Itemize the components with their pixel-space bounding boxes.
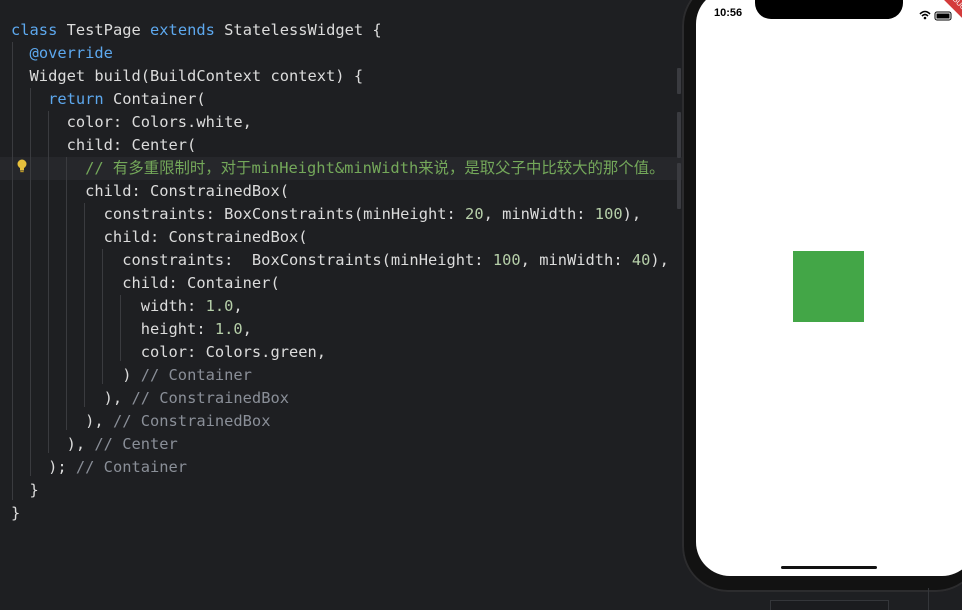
code-token: height: bbox=[11, 320, 215, 338]
code-token: , minWidth: bbox=[520, 251, 632, 269]
code-line[interactable]: @override bbox=[0, 42, 113, 65]
code-line[interactable]: child: ConstrainedBox( bbox=[0, 226, 308, 249]
code-line[interactable]: width: 1.0, bbox=[0, 295, 243, 318]
code-token: 100 bbox=[594, 205, 623, 223]
status-bar-time: 10:56 bbox=[714, 7, 743, 19]
home-indicator[interactable] bbox=[781, 566, 877, 569]
code-token: color: Colors.green, bbox=[11, 343, 327, 361]
lightbulb-icon[interactable] bbox=[16, 158, 28, 174]
scrollbar-marker[interactable] bbox=[677, 163, 681, 209]
code-token: // Container bbox=[140, 366, 252, 384]
bottom-side-strip bbox=[928, 588, 941, 610]
code-token: } bbox=[11, 504, 21, 522]
code-token: child: Container( bbox=[11, 274, 280, 292]
code-line[interactable]: ) // Container bbox=[0, 364, 252, 387]
code-token: ), bbox=[650, 251, 669, 269]
indent-guide bbox=[12, 42, 13, 500]
code-token: ), bbox=[11, 435, 95, 453]
code-line[interactable]: Widget build(BuildContext context) { bbox=[0, 65, 364, 88]
code-token: return bbox=[48, 90, 113, 108]
code-line[interactable]: child: ConstrainedBox( bbox=[0, 180, 289, 203]
code-token: 100 bbox=[492, 251, 521, 269]
code-token: class bbox=[11, 21, 67, 39]
code-token: ); bbox=[11, 458, 76, 476]
code-token: // ConstrainedBox bbox=[131, 389, 289, 407]
code-token: child: ConstrainedBox( bbox=[11, 228, 308, 246]
code-line[interactable]: ), // ConstrainedBox bbox=[0, 410, 270, 433]
code-line[interactable]: // 有多重限制时，对于minHeight&minWidth来说，是取父子中比较… bbox=[0, 157, 691, 180]
code-token: ), bbox=[622, 205, 642, 223]
green-container bbox=[793, 251, 864, 322]
code-line[interactable]: } bbox=[0, 502, 20, 525]
indent-guide bbox=[120, 295, 121, 361]
code-token: child: Center( bbox=[11, 136, 197, 154]
code-token: 1.0 bbox=[214, 320, 243, 338]
code-editor[interactable]: class TestPage extends StatelessWidget {… bbox=[0, 0, 691, 610]
code-token: } bbox=[11, 481, 39, 499]
code-token: // 有多重限制时，对于minHeight&minWidth来说，是取父子中比较… bbox=[11, 159, 665, 177]
phone-notch bbox=[755, 0, 903, 19]
code-line[interactable]: height: 1.0, bbox=[0, 318, 252, 341]
ide-window: class TestPage extends StatelessWidget {… bbox=[0, 0, 962, 610]
code-token: 40 bbox=[631, 251, 651, 269]
code-line[interactable]: constraints: BoxConstraints(minHeight: 1… bbox=[0, 249, 669, 272]
wifi-icon bbox=[919, 10, 931, 20]
status-bar-icons bbox=[919, 10, 952, 21]
code-token: Container( bbox=[112, 90, 206, 108]
code-token: width: bbox=[11, 297, 206, 315]
indent-guide bbox=[66, 157, 67, 430]
code-token: extends bbox=[150, 21, 225, 39]
code-token: @override bbox=[29, 44, 113, 62]
code-token: , bbox=[233, 297, 243, 315]
code-token: StatelessWidget { bbox=[224, 21, 382, 39]
code-line[interactable]: ); // Container bbox=[0, 456, 187, 479]
code-token: ), bbox=[11, 412, 113, 430]
code-line[interactable]: color: Colors.white, bbox=[0, 111, 252, 134]
scrollbar-marker[interactable] bbox=[677, 112, 681, 158]
indent-guide bbox=[48, 111, 49, 453]
code-line[interactable]: constraints: BoxConstraints(minHeight: 2… bbox=[0, 203, 642, 226]
code-token: child: ConstrainedBox( bbox=[11, 182, 289, 200]
bottom-panel-tab[interactable] bbox=[770, 600, 889, 610]
code-line[interactable]: } bbox=[0, 479, 39, 502]
code-token: // Container bbox=[75, 458, 188, 476]
code-line[interactable]: ), // ConstrainedBox bbox=[0, 387, 289, 410]
code-token: // ConstrainedBox bbox=[112, 412, 271, 430]
code-line[interactable]: child: Container( bbox=[0, 272, 280, 295]
indent-guide bbox=[30, 88, 31, 476]
code-token: 1.0 bbox=[205, 297, 234, 315]
code-token: // Center bbox=[94, 435, 178, 453]
indent-guide bbox=[84, 203, 85, 407]
code-line[interactable]: class TestPage extends StatelessWidget { bbox=[0, 19, 382, 42]
code-token: , minWidth: bbox=[483, 205, 595, 223]
battery-icon bbox=[934, 11, 952, 21]
code-token: , bbox=[242, 320, 252, 338]
indent-guide bbox=[102, 249, 103, 384]
code-token: TestPage bbox=[66, 21, 151, 39]
code-line[interactable]: ), // Center bbox=[0, 433, 178, 456]
code-token: Widget build(BuildContext context) { bbox=[11, 67, 364, 85]
code-token: constraints: BoxConstraints(minHeight: bbox=[11, 205, 466, 223]
scrollbar-marker[interactable] bbox=[677, 68, 681, 94]
code-token: 20 bbox=[465, 205, 484, 223]
